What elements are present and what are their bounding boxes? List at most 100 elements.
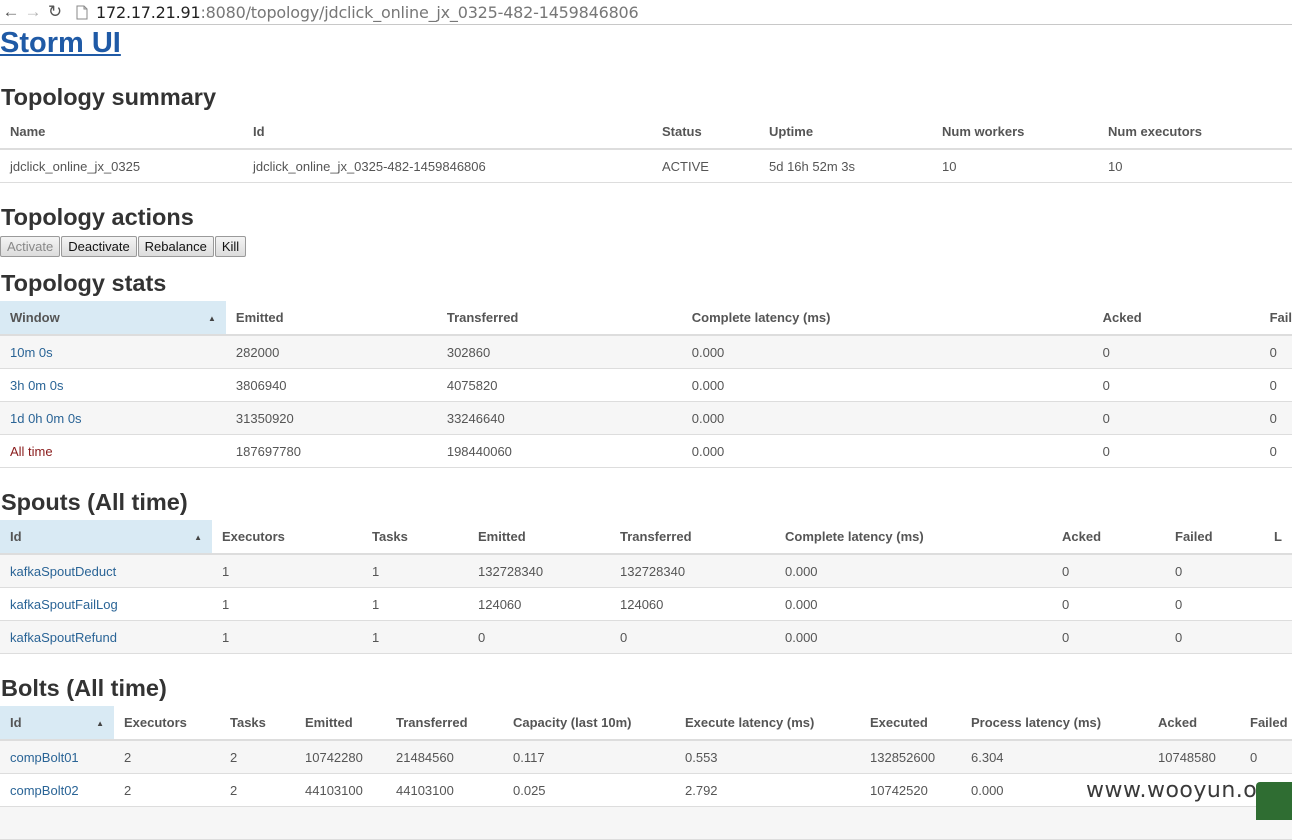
cell: 6.304 [961, 740, 1148, 774]
column-header[interactable]: Executors [114, 706, 220, 741]
cell: 1 [362, 620, 468, 654]
table-header-row: Window ▲ Emitted Transferred Complete lat… [0, 301, 1292, 336]
cell: 2.792 [675, 773, 860, 807]
cell: 0 [1092, 434, 1260, 468]
cell [0, 806, 114, 840]
column-header[interactable]: Transferred [436, 301, 682, 336]
column-header[interactable]: Execute latency (ms) [675, 706, 860, 741]
column-header[interactable]: Capacity (last 10m) [503, 706, 675, 741]
num-executors: 10 [1098, 149, 1292, 183]
cell: 1 [212, 587, 362, 621]
window-link[interactable]: 10m 0s [10, 345, 53, 360]
column-header[interactable]: Failed [1165, 520, 1264, 555]
spout-link[interactable]: kafkaSpoutFailLog [10, 597, 118, 612]
cell: 0.000 [681, 368, 1093, 402]
table-row: kafkaSpoutDeduct 1 1 132728340 132728340… [0, 554, 1292, 588]
column-header[interactable]: Failed [1240, 706, 1292, 741]
activate-button[interactable]: Activate [0, 236, 61, 257]
column-header[interactable]: Acked [1148, 706, 1240, 741]
column-header[interactable]: Executors [212, 520, 362, 555]
column-header-label: Window [10, 310, 60, 325]
reload-icon[interactable]: ↻ [44, 1, 66, 23]
window-link[interactable]: 3h 0m 0s [10, 378, 63, 393]
column-header[interactable]: Tasks [362, 520, 468, 555]
column-header[interactable]: Executed [860, 706, 961, 741]
forward-arrow-icon[interactable]: → [22, 1, 44, 23]
table-row-partial [0, 806, 1292, 840]
window-link[interactable]: All time [10, 444, 53, 459]
cell [860, 806, 961, 840]
table-row: kafkaSpoutFailLog 1 1 124060 124060 0.00… [0, 587, 1292, 621]
cell: 0 [1259, 401, 1292, 435]
column-header[interactable]: Emitted [295, 706, 386, 741]
cell: 31350920 [225, 401, 437, 435]
cell: 0 [1165, 554, 1264, 588]
table-header-row: Name Id Status Uptime Num workers Num ex… [0, 115, 1292, 150]
column-header[interactable]: Fail [1259, 301, 1292, 336]
column-header[interactable]: Complete latency (ms) [775, 520, 1052, 555]
cell [386, 806, 503, 840]
bolt-link[interactable]: compBolt02 [10, 783, 79, 798]
watermark-text: www.wooyun.org [1086, 778, 1281, 803]
kill-button[interactable]: Kill [214, 236, 247, 257]
column-header[interactable]: Emitted [225, 301, 437, 336]
topology-summary-table: Name Id Status Uptime Num workers Num ex… [0, 115, 1292, 183]
spouts-table: Id ▲ Executors Tasks Emitted Transferred … [0, 520, 1292, 654]
column-header[interactable]: Acked [1052, 520, 1165, 555]
cell: 282000 [225, 335, 437, 369]
window-link[interactable]: 1d 0h 0m 0s [10, 411, 82, 426]
topology-stats-heading: Topology stats [1, 270, 167, 296]
storm-ui-home-link[interactable]: Storm UI [0, 27, 121, 60]
cell: 0 [610, 620, 775, 654]
column-header[interactable]: Num workers [932, 115, 1098, 150]
url-path: :8080/topology/jdclick_online_jx_0325-48… [200, 2, 639, 22]
cell: 132728340 [610, 554, 775, 588]
sort-ascending-icon: ▲ [194, 533, 202, 542]
column-header-window[interactable]: Window ▲ [0, 301, 226, 336]
column-header-id[interactable]: Id ▲ [0, 520, 212, 555]
cell: 0 [1052, 620, 1165, 654]
column-header-id[interactable]: Id ▲ [0, 706, 114, 741]
cell [295, 806, 386, 840]
cell: 0 [1165, 620, 1264, 654]
cell: 4075820 [436, 368, 682, 402]
topology-status: ACTIVE [652, 149, 759, 183]
cell: 198440060 [436, 434, 682, 468]
cell [1264, 554, 1292, 588]
address-bar[interactable]: 172.17.21.91:8080/topology/jdclick_onlin… [96, 3, 639, 22]
spout-link[interactable]: kafkaSpoutRefund [10, 630, 117, 645]
cell: 124060 [468, 587, 610, 621]
cell [114, 806, 220, 840]
num-workers: 10 [932, 149, 1098, 183]
column-header[interactable]: Status [652, 115, 759, 150]
column-header[interactable]: Process latency (ms) [961, 706, 1148, 741]
column-header[interactable]: Num executors [1098, 115, 1292, 150]
cell: 2 [114, 773, 220, 807]
column-header[interactable]: Transferred [610, 520, 775, 555]
column-header[interactable]: Id [243, 115, 652, 150]
cell: 2 [114, 740, 220, 774]
cell: 10742520 [860, 773, 961, 807]
cell: 0 [1052, 587, 1165, 621]
spout-link[interactable]: kafkaSpoutDeduct [10, 564, 116, 579]
column-header[interactable]: Emitted [468, 520, 610, 555]
column-header[interactable]: Acked [1092, 301, 1260, 336]
column-header[interactable]: Tasks [220, 706, 295, 741]
table-row: All time 187697780 198440060 0.000 0 0 [0, 434, 1292, 468]
back-arrow-icon[interactable]: ← [0, 1, 22, 23]
column-header[interactable]: Name [0, 115, 243, 150]
column-header[interactable]: Complete latency (ms) [681, 301, 1093, 336]
rebalance-button[interactable]: Rebalance [137, 236, 214, 257]
topology-name: jdclick_online_jx_0325 [0, 149, 243, 183]
bolt-link[interactable]: compBolt01 [10, 750, 79, 765]
table-row: 1d 0h 0m 0s 31350920 33246640 0.000 0 0 [0, 401, 1292, 435]
cell: 0 [1259, 434, 1292, 468]
bolts-heading: Bolts (All time) [1, 675, 167, 701]
deactivate-button[interactable]: Deactivate [61, 236, 137, 257]
cell: 1 [212, 554, 362, 588]
column-header[interactable]: Transferred [386, 706, 503, 741]
column-header[interactable]: L [1264, 520, 1292, 555]
column-header-label: Id [10, 529, 22, 544]
cell: 0 [1092, 401, 1260, 435]
column-header[interactable]: Uptime [759, 115, 932, 150]
